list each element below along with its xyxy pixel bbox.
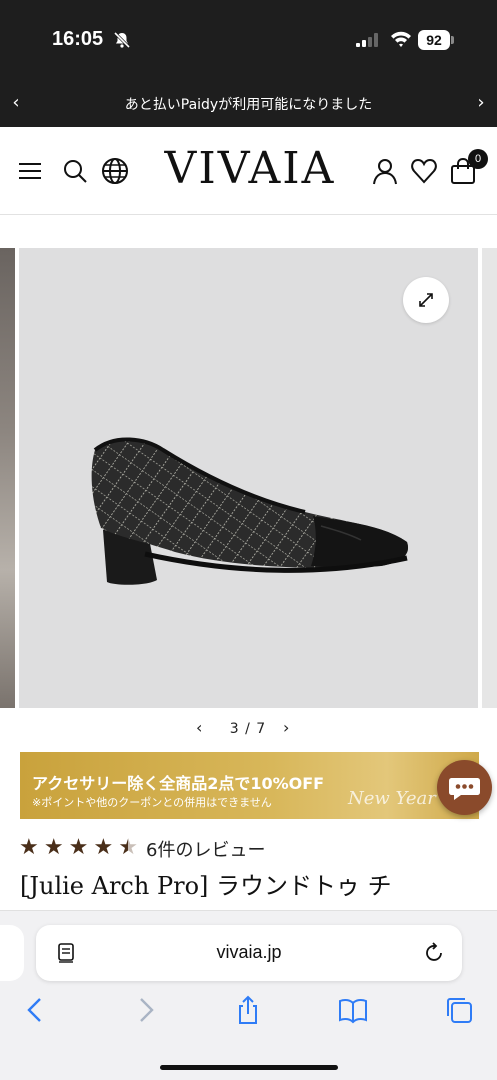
- rating-stars[interactable]: ★ ★ ★ ★ ★: [19, 834, 138, 862]
- pager-count: 3 / 7: [229, 721, 267, 737]
- browser-toolbar: vivaia.jp: [0, 910, 497, 1080]
- star-icon: ★: [93, 835, 114, 860]
- back-icon[interactable]: [21, 995, 51, 1025]
- address-bar[interactable]: vivaia.jp: [36, 925, 462, 981]
- promo-note: ※ポイントや他のクーポンとの併用はできません: [32, 796, 272, 809]
- share-icon[interactable]: [233, 995, 263, 1025]
- pager-next-button[interactable]: ›: [283, 718, 289, 737]
- cart-count-badge: 0: [468, 149, 488, 169]
- shoe-image: [91, 437, 408, 585]
- bookmarks-icon[interactable]: [338, 995, 368, 1025]
- battery-level: 92: [418, 30, 450, 50]
- announcement-prev-button[interactable]: ‹: [6, 92, 26, 113]
- chat-icon: [449, 778, 480, 800]
- announcement-bar: ‹ あと払いPaidyが利用可能になりました ›: [0, 80, 497, 127]
- menu-icon[interactable]: [17, 157, 45, 185]
- pager-prev-button[interactable]: ‹: [196, 718, 202, 737]
- announcement-text[interactable]: あと払いPaidyが利用可能になりました: [40, 94, 457, 114]
- signal-icon: [356, 33, 378, 47]
- previous-slide-peek[interactable]: [0, 248, 15, 708]
- gallery-pager: ‹ 3 / 7 ›: [0, 718, 497, 742]
- account-icon[interactable]: [371, 157, 399, 185]
- announcement-next-button[interactable]: ›: [471, 92, 491, 113]
- product-title: [Julie Arch Pro] ラウンドトゥ チ: [20, 872, 392, 900]
- battery-nub: [451, 36, 454, 44]
- star-icon: ★: [68, 835, 89, 860]
- reload-icon[interactable]: [424, 941, 446, 965]
- expand-icon: [419, 293, 433, 307]
- status-bar: 16:05 92: [0, 0, 497, 80]
- previous-tab-peek[interactable]: [0, 925, 24, 981]
- forward-icon[interactable]: [130, 995, 160, 1025]
- tabs-icon[interactable]: [444, 995, 474, 1025]
- star-icon: ★: [43, 835, 64, 860]
- review-count-link[interactable]: 6件のレビュー: [146, 836, 265, 862]
- heart-icon[interactable]: [410, 157, 438, 185]
- promo-headline: アクセサリー除く全商品2点で10%OFF: [32, 774, 325, 793]
- status-time: 16:05: [52, 28, 104, 50]
- promo-script-text: New Year: [348, 788, 436, 809]
- site-logo[interactable]: VIVAIA: [150, 143, 350, 194]
- search-icon[interactable]: [61, 157, 89, 185]
- globe-icon[interactable]: [101, 157, 129, 185]
- half-star-icon: ★: [118, 835, 139, 860]
- promo-banner[interactable]: アクセサリー除く全商品2点で10%OFF ※ポイントや他のクーポンとの併用はでき…: [20, 752, 479, 819]
- star-icon: ★: [19, 835, 39, 860]
- expand-button[interactable]: [403, 277, 449, 323]
- bell-muted-icon: [113, 31, 131, 49]
- wifi-icon: [391, 31, 411, 47]
- chat-button[interactable]: [437, 760, 492, 815]
- home-indicator: [160, 1065, 338, 1070]
- site-header: VIVAIA: [0, 127, 497, 215]
- next-slide-peek[interactable]: [482, 248, 497, 708]
- url-text[interactable]: vivaia.jp: [36, 942, 462, 963]
